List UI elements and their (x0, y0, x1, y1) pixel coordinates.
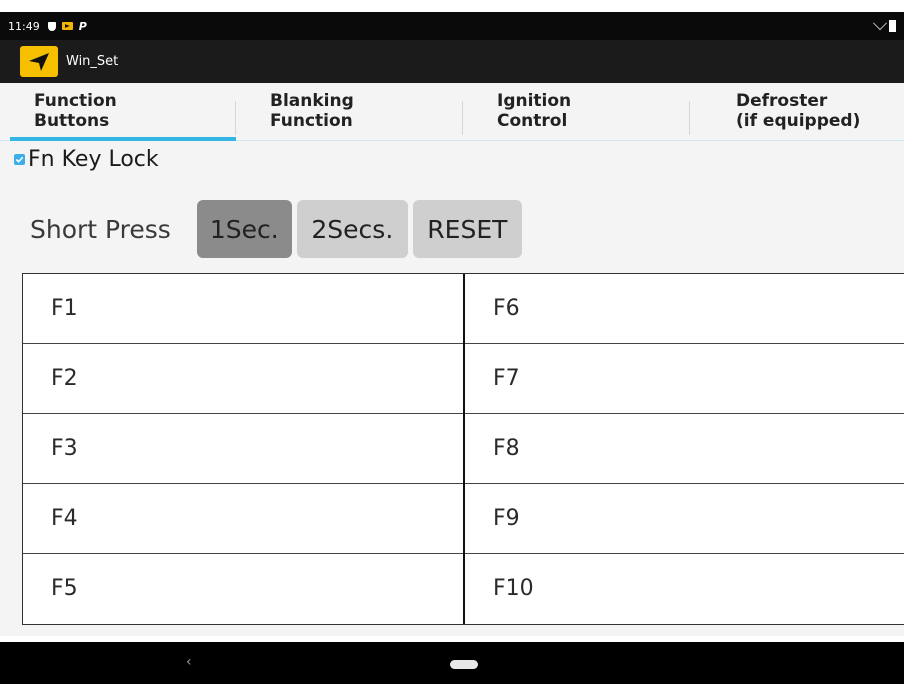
function-key-f6[interactable]: F6 (465, 274, 904, 343)
tab-label-line2: (if equipped) (736, 111, 861, 131)
function-key-f5[interactable]: F5 (23, 554, 463, 623)
status-time: 11:49 (8, 19, 40, 33)
tab-bar: Function Buttons Blanking Function Ignit… (0, 83, 904, 141)
function-key-grid: F1 F6 F2 F7 F3 F8 F4 F9 F5 F10 (22, 273, 904, 625)
function-key-f3[interactable]: F3 (23, 414, 463, 483)
tab-label-line1: Blanking (270, 91, 354, 111)
function-key-f7[interactable]: F7 (465, 344, 904, 413)
checkbox-checked-icon[interactable] (14, 154, 25, 165)
shield-icon (47, 21, 56, 31)
navigation-bar: ‹ (0, 642, 904, 684)
top-margin (0, 0, 904, 12)
home-pill-icon[interactable] (450, 660, 478, 669)
battery-icon (889, 20, 896, 32)
tab-defroster[interactable]: Defroster (if equipped) (690, 83, 904, 140)
one-second-button[interactable]: 1Sec. (196, 200, 292, 258)
tab-label-line2: Function (270, 111, 353, 131)
short-press-row: Short Press 1Sec. 2Secs. RESET (30, 200, 527, 258)
status-bar: 11:49 P (0, 12, 904, 40)
fn-key-lock-checkbox[interactable]: Fn Key Lock (14, 147, 159, 172)
back-icon[interactable]: ‹ (186, 654, 192, 670)
function-key-f2[interactable]: F2 (23, 344, 463, 413)
notification-icon (61, 22, 73, 30)
short-press-label: Short Press (30, 214, 171, 244)
function-key-f1[interactable]: F1 (23, 274, 463, 343)
wifi-icon (872, 16, 888, 31)
tab-function-buttons[interactable]: Function Buttons (0, 83, 236, 141)
tab-label-line2: Buttons (34, 111, 110, 131)
tab-blanking-function[interactable]: Blanking Function (236, 83, 463, 140)
tab-label-line1: Ignition (497, 91, 572, 111)
parking-icon: P (78, 19, 87, 33)
app-title: Win_Set (66, 54, 119, 69)
tab-label-line2: Control (497, 111, 568, 131)
tab-ignition-control[interactable]: Ignition Control (463, 83, 690, 140)
fn-key-lock-label: Fn Key Lock (28, 147, 159, 172)
function-key-f8[interactable]: F8 (465, 414, 904, 483)
tab-label-line1: Defroster (736, 91, 828, 111)
tab-label-line1: Function (34, 91, 117, 111)
navigation-arrow-icon[interactable] (20, 46, 58, 77)
main-content: Fn Key Lock Short Press 1Sec. 2Secs. RES… (0, 141, 904, 636)
two-seconds-button[interactable]: 2Secs. (296, 200, 408, 258)
function-key-f10[interactable]: F10 (465, 554, 904, 623)
reset-button[interactable]: RESET (412, 200, 522, 258)
status-right-icons (872, 16, 896, 32)
app-bar: Win_Set (0, 40, 904, 83)
function-key-f9[interactable]: F9 (465, 484, 904, 553)
function-key-f4[interactable]: F4 (23, 484, 463, 553)
column-divider (463, 274, 465, 624)
